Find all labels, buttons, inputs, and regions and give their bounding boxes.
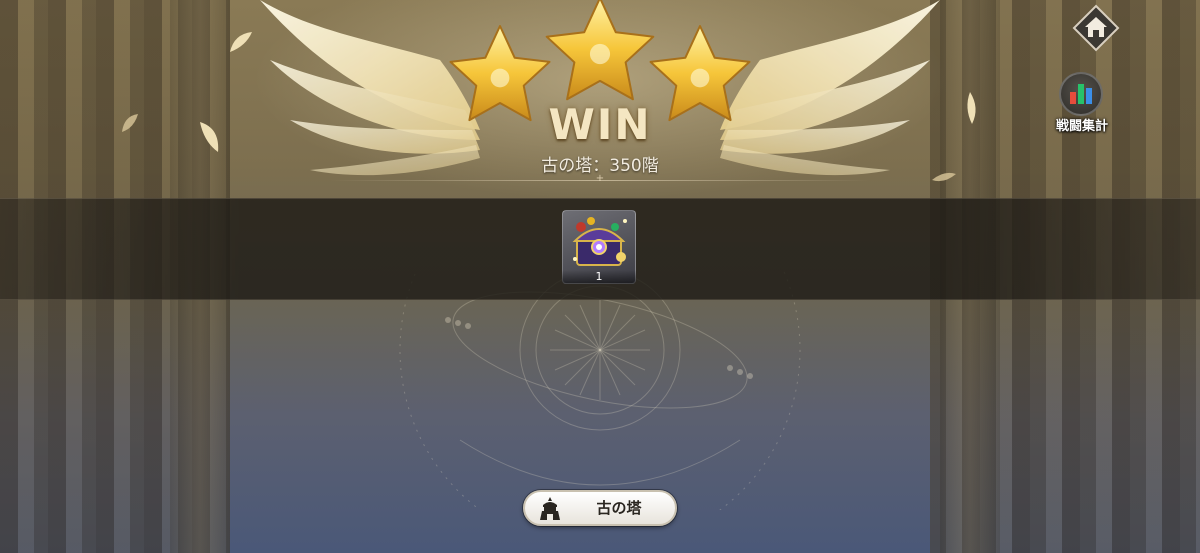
home-icon bbox=[1072, 4, 1120, 52]
tower-icon bbox=[540, 497, 560, 520]
astral-ornament bbox=[399, 270, 801, 510]
feather-particle bbox=[200, 122, 219, 152]
feather-particle bbox=[967, 92, 976, 124]
bar-chart-icon bbox=[1070, 84, 1092, 104]
star-highlight bbox=[690, 68, 710, 88]
ancient-tower-label: 古の塔 bbox=[596, 499, 642, 517]
star-highlight bbox=[490, 68, 510, 88]
battle-stats-button[interactable]: 戦闘集計 bbox=[1048, 72, 1116, 136]
star-highlight bbox=[589, 43, 611, 65]
home-button[interactable] bbox=[1072, 4, 1120, 52]
feather-particle bbox=[230, 32, 252, 52]
treasure-chest-icon bbox=[572, 217, 627, 266]
win-title: WIN bbox=[548, 100, 652, 149]
reward-quantity: 1 bbox=[562, 270, 636, 284]
divider-ornament: + bbox=[595, 173, 605, 184]
battle-stats-label: 戦闘集計 bbox=[1055, 119, 1108, 134]
feather-particle bbox=[122, 114, 138, 132]
feather-particle bbox=[932, 172, 956, 182]
ancient-tower-button[interactable]: 古の塔 bbox=[523, 490, 677, 526]
battle-result-screen: WIN 古の塔：350階 + 1 戦闘集計 古の塔 bbox=[0, 0, 1200, 553]
battle-stats-icon-circle bbox=[1059, 72, 1103, 116]
